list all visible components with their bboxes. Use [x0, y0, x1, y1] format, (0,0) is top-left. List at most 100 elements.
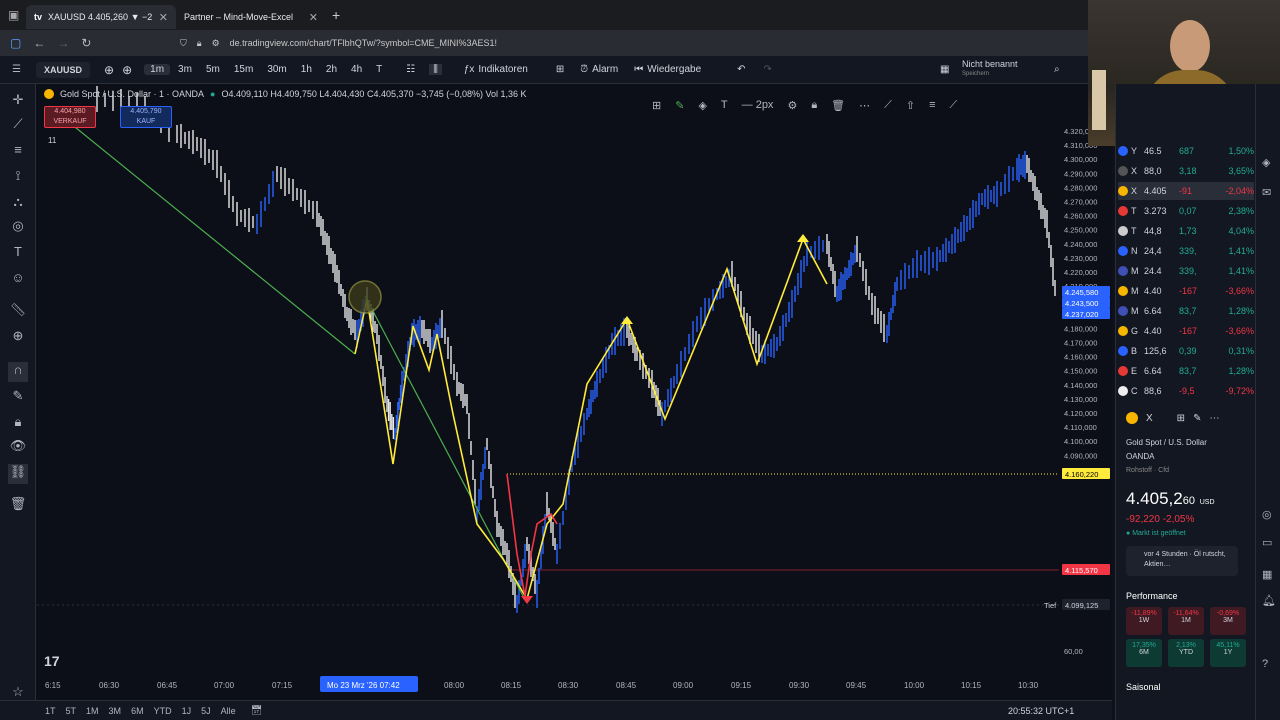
- layout-icon[interactable]: ▦: [940, 64, 949, 75]
- crosshair-icon[interactable]: ✛: [8, 92, 28, 112]
- magnet-icon[interactable]: ∩: [8, 362, 28, 382]
- range-1M[interactable]: 1M: [81, 706, 104, 716]
- calendar-icon[interactable]: ▦: [1262, 568, 1272, 581]
- seasonal-label[interactable]: Saisonal: [1126, 682, 1161, 692]
- delete-icon[interactable]: 🗑︎: [831, 99, 845, 112]
- watchlist-row[interactable]: M 4.40 -167 -3,66%: [1118, 282, 1254, 300]
- range-Alle[interactable]: Alle: [216, 706, 241, 716]
- template-icon[interactable]: ⊞: [652, 99, 661, 112]
- timeframe-5m[interactable]: 5m: [200, 64, 226, 75]
- watchlist-row[interactable]: E 6.64 83,7 1,28%: [1118, 362, 1254, 380]
- range-5T[interactable]: 5T: [61, 706, 82, 716]
- emoji-icon[interactable]: ☺: [8, 270, 28, 290]
- candle-type-icon[interactable]: ⫼: [429, 64, 442, 75]
- target-icon[interactable]: ◎: [1262, 508, 1272, 521]
- trendline-icon[interactable]: ⟋: [8, 116, 28, 136]
- performance-cell[interactable]: 2,13% YTD: [1168, 639, 1204, 667]
- collections-icon[interactable]: ▢: [10, 36, 21, 50]
- site-settings-icon[interactable]: ⚙: [212, 38, 220, 49]
- reload-icon[interactable]: ↻: [81, 36, 91, 50]
- layout-name-button[interactable]: Nicht benannt Speichern: [962, 59, 1018, 79]
- watchlist-row[interactable]: C 88,6 -9,5 -9,72%: [1118, 382, 1254, 400]
- symbol-search[interactable]: XAUUSD: [36, 61, 91, 78]
- edit-icon[interactable]: ✎: [1193, 413, 1201, 424]
- tab-xauusd[interactable]: tv XAUUSD 4.405,260 ▼ −2,05% N ✕: [26, 5, 176, 29]
- chat-icon[interactable]: ✉: [1262, 186, 1271, 199]
- indicators-icon[interactable]: ƒx: [464, 64, 475, 75]
- timeframe-15m[interactable]: 15m: [228, 64, 259, 75]
- watchlist-row[interactable]: N 24,4 339, 1,41%: [1118, 242, 1254, 260]
- watchlist-row[interactable]: M 24.4 339, 1,41%: [1118, 262, 1254, 280]
- goto-date-icon[interactable]: 📅︎: [251, 705, 262, 716]
- close-tab-icon[interactable]: ✕: [159, 11, 168, 24]
- stay-drawing-icon[interactable]: ✎: [8, 388, 28, 408]
- undo-icon[interactable]: ↶: [737, 64, 745, 75]
- link-icon[interactable]: ⛓: [8, 464, 28, 484]
- alarm-button[interactable]: Alarm: [592, 64, 618, 75]
- timeframe-1m[interactable]: 1m: [144, 64, 171, 75]
- performance-cell[interactable]: -0,69% 3M: [1210, 607, 1246, 635]
- text-color-icon[interactable]: T: [721, 99, 728, 111]
- more-icon[interactable]: ⋯: [1209, 413, 1219, 424]
- watchlist-row[interactable]: G 4.40 -167 -3,66%: [1118, 322, 1254, 340]
- clock[interactable]: 20:55:32 UTC+1: [1008, 706, 1074, 716]
- menu-icon[interactable]: ☰: [12, 64, 21, 75]
- fib-icon[interactable]: ≡: [8, 142, 28, 162]
- hide-drawings-icon[interactable]: 👁︎: [8, 438, 28, 458]
- alarm-icon[interactable]: ⏰︎: [580, 64, 588, 75]
- templates-icon[interactable]: ⊞: [556, 64, 564, 75]
- range-5J[interactable]: 5J: [196, 706, 216, 716]
- settings-icon[interactable]: ⚙: [787, 99, 797, 112]
- watchlist-row[interactable]: B 125,6 0,39 0,31%: [1118, 342, 1254, 360]
- url-field[interactable]: ⛉ 🔒︎ ⚙ de.tradingview.com/chart/TFlbhQTw…: [180, 33, 520, 53]
- performance-cell[interactable]: 45,11% 1Y: [1210, 639, 1246, 667]
- line-tool-icon[interactable]: ⟋: [884, 99, 892, 112]
- indicator-count[interactable]: 11: [48, 136, 56, 145]
- bar-style-icon[interactable]: ☷: [406, 64, 415, 75]
- back-icon[interactable]: ←: [33, 36, 45, 50]
- timeframe-1h[interactable]: 1h: [295, 64, 318, 75]
- timeframe-30m[interactable]: 30m: [261, 64, 292, 75]
- performance-cell[interactable]: -11,89% 1W: [1126, 607, 1162, 635]
- compare-icon[interactable]: ⊕: [122, 63, 132, 77]
- price-chart[interactable]: 4.320,0004.310,0004.300,0004.290,0004.28…: [37, 84, 1112, 700]
- add-symbol-icon[interactable]: ⊕: [104, 63, 114, 77]
- timeframe-3m[interactable]: 3m: [172, 64, 198, 75]
- replay-icon[interactable]: ⏮: [634, 64, 643, 75]
- more-icon[interactable]: ⋯: [859, 99, 870, 112]
- close-tab-icon[interactable]: ✕: [309, 11, 318, 24]
- line-width-icon[interactable]: — 2px: [742, 99, 774, 111]
- layers-icon[interactable]: ◈: [1262, 156, 1270, 169]
- news-card[interactable]: vor 4 Stunden · Öl rutscht, Aktien…: [1126, 546, 1238, 576]
- watchlist-row[interactable]: Y 46.5 687 1,50%: [1118, 142, 1254, 160]
- range-YTD[interactable]: YTD: [149, 706, 177, 716]
- range-6M[interactable]: 6M: [126, 706, 149, 716]
- watchlist-row[interactable]: X 88,0 3,18 3,65%: [1118, 162, 1254, 180]
- range-1J[interactable]: 1J: [177, 706, 197, 716]
- brush-icon[interactable]: ◎: [8, 218, 28, 238]
- zoom-icon[interactable]: ⊕: [8, 328, 28, 348]
- ruler-icon[interactable]: 📏︎: [8, 302, 28, 322]
- performance-cell[interactable]: -11,64% 1M: [1168, 607, 1204, 635]
- pattern-icon[interactable]: ⟟: [8, 168, 28, 188]
- redo-icon[interactable]: ↷: [764, 64, 772, 75]
- notification-icon[interactable]: 🔔︎: [1262, 594, 1276, 607]
- watchlist-row[interactable]: X 4.405 -91 -2,04%: [1118, 182, 1254, 200]
- watchlist-row[interactable]: T 3.273 0,07 2,38%: [1118, 202, 1254, 220]
- sell-button[interactable]: 4.404,980 VERKAUF: [44, 106, 96, 128]
- forward-icon[interactable]: →: [57, 36, 69, 50]
- help-icon[interactable]: ?: [1262, 658, 1268, 670]
- range-3M[interactable]: 3M: [104, 706, 127, 716]
- watchlist-row[interactable]: M 6.64 83,7 1,28%: [1118, 302, 1254, 320]
- watchlist-row[interactable]: T 44,8 1,73 4,04%: [1118, 222, 1254, 240]
- replay-button[interactable]: Wiedergabe: [647, 64, 701, 75]
- pencil-color-icon[interactable]: ✎: [675, 99, 684, 112]
- lock-icon[interactable]: 🔒︎: [811, 99, 817, 112]
- performance-cell[interactable]: 17,35% 6M: [1126, 639, 1162, 667]
- chart-pane[interactable]: 4.320,000 4.310,000 4.300,000 4.290,000 4.28…: [37, 84, 1112, 700]
- timeframe-4h[interactable]: 4h: [345, 64, 368, 75]
- grid-icon[interactable]: ⊞: [1177, 413, 1185, 424]
- lock-drawings-icon[interactable]: 🔒︎: [8, 414, 28, 434]
- trend-icon[interactable]: ⟋: [949, 99, 957, 112]
- search-icon[interactable]: ⌕: [1054, 64, 1060, 75]
